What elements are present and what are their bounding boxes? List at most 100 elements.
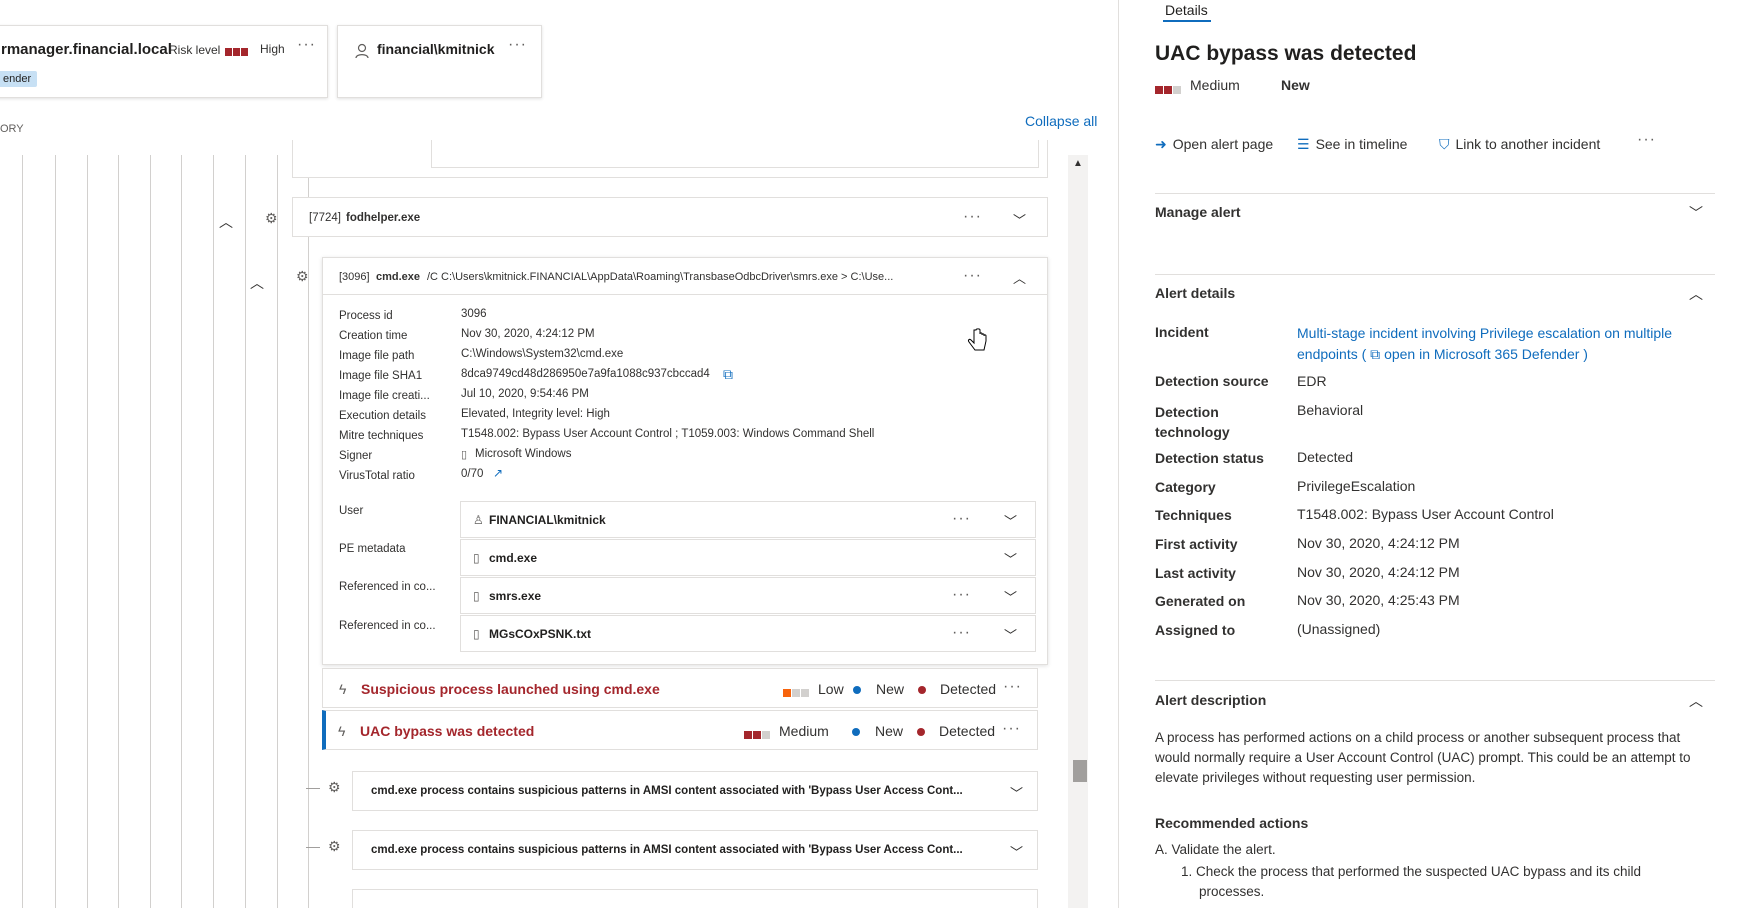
scroll-thumb[interactable] [1073, 760, 1087, 782]
referenced-file-row[interactable]: ▯ MGsCOxPSNK.txt ··· ﹀ [460, 615, 1036, 652]
device-name[interactable]: rmanager.financial.local [1, 41, 172, 58]
label-detection-technology: Detection technology [1155, 404, 1230, 440]
scroll-up-arrow[interactable]: ▲ [1073, 158, 1083, 169]
file-icon: ▯ [473, 627, 480, 641]
chevron-down-icon[interactable]: ﹀ [1010, 842, 1023, 861]
lightning-icon: ϟ [339, 681, 347, 697]
label-incident: Incident [1155, 324, 1209, 340]
status-label: New [1281, 77, 1310, 93]
detection-label: Detected [940, 681, 997, 697]
alert-more-button[interactable]: ··· [1002, 720, 1021, 738]
alert-description-text: A process has performed actions on a chi… [1155, 730, 1691, 785]
detection-technology-value: Behavioral [1297, 402, 1364, 418]
see-in-timeline-button[interactable]: ☰ See in timeline [1297, 136, 1407, 153]
severity-label: Low [818, 681, 844, 697]
entity-name: cmd.exe [489, 551, 538, 565]
subrow-label: User [339, 505, 364, 517]
manage-alert-header[interactable]: Manage alert [1155, 204, 1241, 220]
user-more-button[interactable]: ··· [508, 36, 527, 54]
chevron-down-icon[interactable]: ﹀ [1689, 203, 1703, 223]
alert-title[interactable]: UAC bypass was detected [360, 723, 534, 739]
severity-bars [744, 726, 771, 744]
amsi-icon: ⚙ [328, 838, 341, 854]
user-entity-row[interactable]: ♙ FINANCIAL\kmitnick ··· ﹀ [460, 501, 1036, 538]
detection-source-value: EDR [1297, 373, 1327, 389]
referenced-file-row[interactable]: ▯ smrs.exe ··· ﹀ [460, 577, 1036, 614]
detail-label: Image file SHA1 [339, 370, 423, 382]
detail-label: Execution details [339, 410, 426, 422]
detection-status-value: Detected [1297, 449, 1354, 465]
alert-description-header[interactable]: Alert description [1155, 692, 1266, 708]
alert-title: UAC bypass was detected [1155, 42, 1417, 65]
amsi-event-row-partial[interactable] [352, 889, 1038, 908]
process-card-header[interactable]: [3096] cmd.exe /C C:\Users\kmitnick.FINA… [323, 258, 1047, 295]
chevron-up-icon[interactable]: ︿ [1689, 691, 1703, 711]
more-button[interactable]: ··· [952, 510, 971, 528]
chevron-down-icon[interactable]: ﹀ [1004, 587, 1017, 606]
chevron-up-icon[interactable]: ︿ [1689, 284, 1703, 304]
chevron-down-icon[interactable]: ﹀ [1004, 549, 1017, 568]
alert-row[interactable]: ϟ Suspicious process launched using cmd.… [322, 668, 1038, 708]
severity-label: Medium [779, 723, 829, 739]
entity-name: smrs.exe [489, 589, 542, 603]
detail-signer: Microsoft Windows [475, 448, 572, 460]
first-activity-value: Nov 30, 2020, 4:24:12 PM [1297, 535, 1460, 551]
event-title: cmd.exe process contains suspicious patt… [371, 785, 963, 797]
cmd-more-button[interactable]: ··· [963, 267, 982, 285]
techniques-link[interactable]: T1548.002: Bypass User Account Control [1297, 506, 1554, 522]
collapse-all-link[interactable]: Collapse all [1025, 113, 1097, 129]
user-icon: ♙ [473, 513, 484, 527]
more-button[interactable]: ··· [952, 586, 971, 604]
collapse-fodhelper-chevron[interactable]: ︿ [219, 212, 233, 232]
amsi-event-row[interactable]: cmd.exe process contains suspicious patt… [352, 771, 1038, 811]
risk-level-label: Risk level [169, 43, 221, 57]
alert-row-selected[interactable]: ϟ UAC bypass was detected Medium New Det… [322, 710, 1038, 750]
label-last-activity: Last activity [1155, 565, 1236, 581]
external-link-icon[interactable]: ↗ [493, 466, 503, 480]
alert-title[interactable]: Suspicious process launched using cmd.ex… [361, 681, 660, 697]
detection-label: Detected [939, 723, 996, 739]
open-alert-page-button[interactable]: ➜ Open alert page [1155, 136, 1273, 153]
detail-image-path: C:\Windows\System32\cmd.exe [461, 348, 624, 360]
status-label: New [875, 723, 904, 739]
pe-metadata-row[interactable]: ▯ cmd.exe ﹀ [460, 539, 1036, 576]
risk-level-value: High [260, 42, 285, 56]
section-label: ORY [0, 123, 24, 135]
last-activity-value: Nov 30, 2020, 4:24:12 PM [1297, 564, 1460, 580]
alert-more-button[interactable]: ··· [1003, 678, 1022, 696]
detail-label: VirusTotal ratio [339, 470, 415, 482]
copy-icon[interactable]: ⧉ [723, 366, 733, 383]
gear-icon: ⚙ [265, 210, 278, 226]
user-name[interactable]: financial\kmitnick [377, 41, 494, 57]
amsi-event-row[interactable]: cmd.exe process contains suspicious patt… [352, 830, 1038, 870]
incident-link[interactable]: Multi-stage incident involving Privilege… [1297, 323, 1697, 365]
process-pid: [7724] [309, 212, 341, 224]
process-row-fodhelper[interactable]: [7724] fodhelper.exe ··· ﹀ [292, 197, 1048, 237]
mitre-techniques-link[interactable]: T1548.002: Bypass User Account Control ;… [461, 428, 874, 440]
link-incident-button[interactable]: ⛉ Link to another incident [1439, 136, 1600, 153]
recommended-step-1: 1. Check the process that performed the … [1181, 864, 1641, 899]
collapse-cmd-card-chevron[interactable]: ︿ [1013, 268, 1026, 287]
more-button[interactable]: ··· [952, 624, 971, 642]
subrow-label: Referenced in co... [339, 581, 436, 593]
chevron-down-icon[interactable]: ﹀ [1004, 625, 1017, 644]
detail-virustotal: 0/70 [461, 468, 484, 480]
external-link-icon: ⧉ [1370, 346, 1381, 362]
device-card[interactable]: rmanager.financial.local Risk level High… [0, 25, 328, 98]
chevron-down-icon[interactable]: ﹀ [1010, 783, 1023, 802]
tab-details[interactable]: Details [1165, 2, 1208, 18]
tree-guides [0, 155, 320, 908]
shield-icon: ⛉ [1439, 136, 1450, 152]
fodhelper-more-button[interactable]: ··· [963, 208, 982, 226]
user-card[interactable]: financial\kmitnick ··· [337, 25, 542, 98]
detail-sha1: 8dca9749cd48d286950e7a9fa1088c937cbccad4 [461, 368, 710, 380]
collapse-cmd-chevron[interactable]: ︿ [250, 273, 264, 293]
device-more-button[interactable]: ··· [297, 36, 316, 54]
expand-fodhelper-chevron[interactable]: ﹀ [1013, 210, 1026, 229]
amsi-icon: ⚙ [328, 779, 341, 795]
chevron-down-icon[interactable]: ﹀ [1004, 511, 1017, 530]
alert-details-header[interactable]: Alert details [1155, 285, 1235, 301]
actions-more-button[interactable]: ··· [1637, 131, 1656, 149]
vertical-scrollbar[interactable] [1068, 155, 1088, 908]
category-value: PrivilegeEscalation [1297, 478, 1416, 494]
